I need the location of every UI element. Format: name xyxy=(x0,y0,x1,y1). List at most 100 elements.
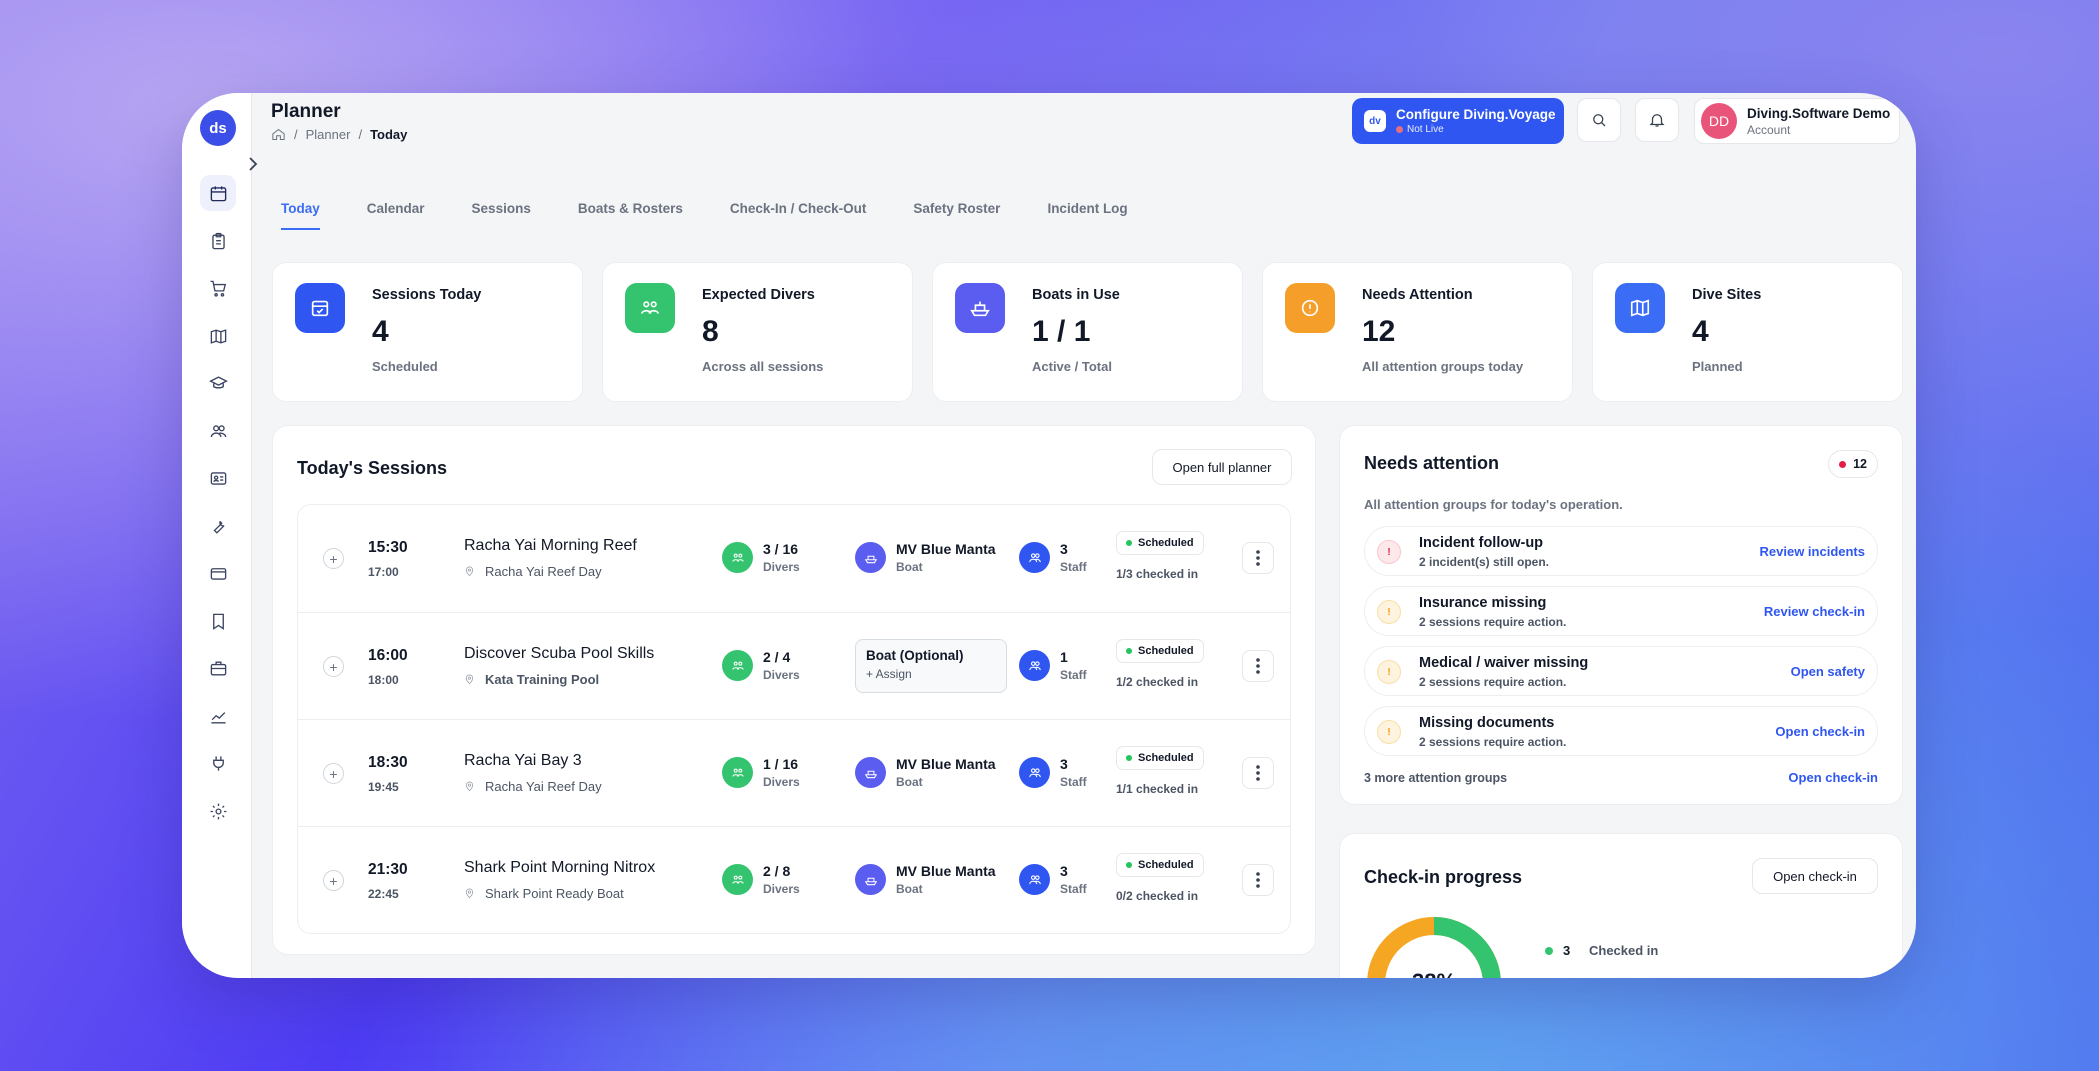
open-safety-link[interactable]: Open safety xyxy=(1791,664,1865,679)
more-vertical-icon xyxy=(1256,872,1260,888)
staff-icon xyxy=(1019,650,1050,681)
configure-button[interactable]: dv Configure Diving.Voyage Not Live xyxy=(1352,98,1564,144)
session-name[interactable]: Shark Point Morning Nitrox xyxy=(464,859,655,877)
tab-today[interactable]: Today xyxy=(281,201,320,230)
boat-label: Boat xyxy=(896,882,923,896)
session-name[interactable]: Racha Yai Morning Reef xyxy=(464,537,637,555)
status-text: Scheduled xyxy=(1138,537,1194,549)
sidebar-item-payments[interactable] xyxy=(200,555,236,591)
assign-boat-button[interactable]: Boat (Optional) + Assign xyxy=(855,639,1007,693)
donut-percent: 38% xyxy=(1412,969,1456,978)
open-check-in-link[interactable]: Open check-in xyxy=(1788,770,1878,785)
home-icon[interactable] xyxy=(271,127,286,142)
stat-card-divers[interactable]: Expected Divers 8 Across all sessions xyxy=(602,262,913,402)
review-check-in-link[interactable]: Review check-in xyxy=(1764,604,1865,619)
alert-circle-icon: ! xyxy=(1377,600,1401,624)
open-check-in-link[interactable]: Open check-in xyxy=(1775,724,1865,739)
account-menu[interactable]: DD Diving.Software Demo Account xyxy=(1694,98,1900,144)
alert-icon xyxy=(1285,283,1335,333)
session-location: Racha Yai Reef Day xyxy=(464,564,602,579)
row-menu-button[interactable] xyxy=(1242,650,1274,682)
stat-value: 4 xyxy=(1692,315,1709,348)
session-row[interactable]: + 21:30 22:45 Shark Point Morning Nitrox… xyxy=(298,826,1290,933)
divers-icon xyxy=(722,757,753,788)
stat-label: Sessions Today xyxy=(372,287,482,303)
session-location: Shark Point Ready Boat xyxy=(464,886,624,901)
row-menu-button[interactable] xyxy=(1242,542,1274,574)
tab-check-in-out[interactable]: Check-In / Check-Out xyxy=(730,201,867,230)
sidebar-item-equipment[interactable] xyxy=(200,508,236,544)
planner-tabs: Today Calendar Sessions Boats & Rosters … xyxy=(281,201,1175,230)
stat-card-sessions[interactable]: Sessions Today 4 Scheduled xyxy=(272,262,583,402)
tab-incident-log[interactable]: Incident Log xyxy=(1047,201,1127,230)
tab-boats-rosters[interactable]: Boats & Rosters xyxy=(578,201,683,230)
sidebar-item-courses[interactable] xyxy=(200,365,236,401)
session-end: 22:45 xyxy=(368,887,399,901)
sidebar-item-id-cards[interactable] xyxy=(200,460,236,496)
location-text: Kata Training Pool xyxy=(485,672,600,687)
sidebar-item-bookings[interactable] xyxy=(200,603,236,639)
row-menu-button[interactable] xyxy=(1242,864,1274,896)
tab-safety-roster[interactable]: Safety Roster xyxy=(913,201,1000,230)
attention-item: ! Medical / waiver missing 2 sessions re… xyxy=(1364,646,1878,696)
sidebar-expand-button[interactable] xyxy=(244,154,262,174)
expand-plus-icon[interactable]: + xyxy=(323,548,344,569)
session-start: 18:30 xyxy=(368,754,408,771)
staff-icon xyxy=(1019,757,1050,788)
boat-name[interactable]: MV Blue Manta xyxy=(896,863,996,879)
credit-card-icon xyxy=(210,567,226,580)
legend-dot-icon xyxy=(1545,946,1553,955)
stat-card-dive-sites[interactable]: Dive Sites 4 Planned xyxy=(1592,262,1903,402)
sidebar-item-clipboard[interactable] xyxy=(200,223,236,259)
breadcrumb: / Planner / Today xyxy=(271,127,407,142)
sidebar-item-integrations[interactable] xyxy=(200,745,236,781)
divers-label: Divers xyxy=(763,775,800,789)
tab-sessions[interactable]: Sessions xyxy=(472,201,531,230)
open-check-in-button[interactable]: Open check-in xyxy=(1752,858,1878,894)
boat-name[interactable]: MV Blue Manta xyxy=(896,756,996,772)
expand-plus-icon[interactable]: + xyxy=(323,656,344,677)
breadcrumb-planner[interactable]: Planner xyxy=(306,127,351,142)
assign-label: + Assign xyxy=(866,667,912,681)
sidebar-item-reports[interactable] xyxy=(200,698,236,734)
sidebar-item-settings[interactable] xyxy=(200,793,236,829)
configure-label: Configure Diving.Voyage xyxy=(1396,107,1556,122)
attention-item-sub: 2 sessions require action. xyxy=(1419,615,1567,629)
session-row[interactable]: + 18:30 19:45 Racha Yai Bay 3 Racha Yai … xyxy=(298,719,1290,826)
expand-plus-icon[interactable]: + xyxy=(323,870,344,891)
pin-icon xyxy=(465,888,474,899)
expand-plus-icon[interactable]: + xyxy=(323,763,344,784)
stat-sub: Planned xyxy=(1692,359,1743,374)
boat-name[interactable]: MV Blue Manta xyxy=(896,541,996,557)
notifications-button[interactable] xyxy=(1635,98,1679,142)
session-name[interactable]: Discover Scuba Pool Skills xyxy=(464,645,654,663)
row-menu-button[interactable] xyxy=(1242,757,1274,789)
session-row[interactable]: + 15:30 17:00 Racha Yai Morning Reef Rac… xyxy=(298,505,1290,612)
todays-sessions-panel: Today's Sessions Open full planner + 15:… xyxy=(272,425,1316,955)
account-name: Diving.Software Demo xyxy=(1747,105,1891,121)
legend-label: Checked in xyxy=(1589,943,1659,958)
sidebar-item-customers[interactable] xyxy=(200,413,236,449)
clipboard-icon xyxy=(211,232,225,249)
divers-label: Divers xyxy=(763,882,800,896)
stat-label: Dive Sites xyxy=(1692,287,1762,303)
tab-calendar[interactable]: Calendar xyxy=(367,201,425,230)
open-full-planner-button[interactable]: Open full planner xyxy=(1152,449,1292,485)
review-incidents-link[interactable]: Review incidents xyxy=(1760,544,1865,559)
status-text: Scheduled xyxy=(1138,645,1194,657)
status-badge: Scheduled xyxy=(1116,639,1204,663)
brand-logo[interactable]: ds xyxy=(200,110,236,146)
sidebar-item-map[interactable] xyxy=(200,318,236,354)
search-button[interactable] xyxy=(1577,98,1621,142)
divers-count: 2 / 8 xyxy=(763,863,791,879)
sidebar-item-business[interactable] xyxy=(200,650,236,686)
stat-card-attention[interactable]: Needs Attention 12 All attention groups … xyxy=(1262,262,1573,402)
staff-count: 3 xyxy=(1060,756,1068,772)
attention-item-title: Missing documents xyxy=(1419,715,1555,731)
stat-card-boats[interactable]: Boats in Use 1 / 1 Active / Total xyxy=(932,262,1243,402)
sidebar-item-calendar[interactable] xyxy=(200,175,236,211)
session-row[interactable]: + 16:00 18:00 Discover Scuba Pool Skills… xyxy=(298,612,1290,719)
status-badge: Scheduled xyxy=(1116,531,1204,555)
sidebar-item-cart[interactable] xyxy=(200,270,236,306)
session-name[interactable]: Racha Yai Bay 3 xyxy=(464,752,582,770)
